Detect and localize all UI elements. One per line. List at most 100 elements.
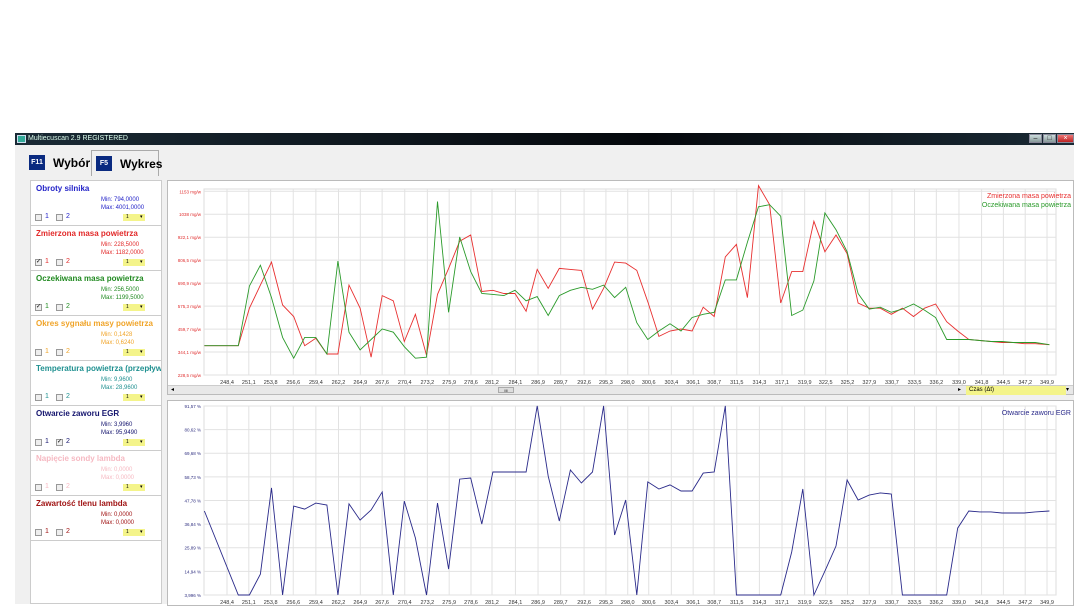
axis-1-checkbox[interactable]: ✓ [35,259,42,266]
parameter-name: Temperatura powietrza (przepływ [36,364,161,373]
f11-key-icon: F11 [29,155,45,170]
axis-2-checkbox[interactable]: ✓ [56,439,63,446]
y-tick-label: 58,73 % [184,475,201,480]
chevron-down-icon[interactable]: ▾ [140,439,143,446]
x-tick-label: 248,4 [220,600,234,605]
scroll-left-arrow[interactable]: ◂ [171,386,174,393]
axis-2-label: 2 [66,483,70,490]
parameter-min: Min: 9,9600 [101,377,132,383]
parameter-max: Max: 1182,0000 [101,250,144,256]
chevron-down-icon[interactable]: ▾ [140,484,143,491]
x-tick-label: 289,7 [554,600,568,605]
axis-2-checkbox[interactable] [56,529,63,536]
x-tick-label: 300,6 [642,600,656,605]
app-window: Multiecuscan 2.9 REGISTERED – □ × F11 Wy… [15,133,1074,604]
x-tick-label: 286,9 [531,600,545,605]
axis-2-label: 2 [66,438,70,445]
x-tick-label: 298,0 [621,600,635,605]
chevron-down-icon[interactable]: ▾ [1066,386,1069,393]
axis-1-label: 1 [45,393,49,400]
air-mass-chart: 248,4251,1253,8256,6259,4262,2264,9267,6… [167,180,1074,395]
axis-2-label: 2 [66,258,70,265]
y-tick-label: 922,1 mg/w [178,235,202,240]
parameter-item[interactable]: Otwarcie zaworu EGR Min: 3,9960 Max: 95,… [31,406,161,451]
chevron-down-icon[interactable]: ▾ [140,394,143,401]
chevron-down-icon[interactable]: ▾ [140,214,143,221]
chevron-down-icon[interactable]: ▾ [140,349,143,356]
axis-1-label: 1 [45,528,49,535]
axis-2-checkbox[interactable] [56,259,63,266]
y-tick-label: 806,5 mg/w [178,258,202,263]
axis-2-label: 2 [66,393,70,400]
air-mass-chart-plot: 248,4251,1253,8256,6259,4262,2264,9267,6… [168,181,1073,385]
parameter-list: Obroty silnika Min: 794,0000 Max: 4001,0… [30,180,162,604]
parameter-item[interactable]: Zmierzona masa powietrza Min: 228,5000 M… [31,226,161,271]
axis-1-checkbox[interactable] [35,349,42,356]
axis-2-checkbox[interactable] [56,394,63,401]
parameter-item[interactable]: Zawartość tlenu lambda Min: 0,0000 Max: … [31,496,161,541]
axis-1-checkbox[interactable] [35,439,42,446]
y-tick-label: 690,9 mg/w [178,281,202,286]
parameter-min: Min: 0,0000 [101,512,132,518]
parameter-max: Max: 0,0000 [101,520,134,526]
x-tick-label: 327,9 [862,600,876,605]
axis-1-checkbox[interactable] [35,529,42,536]
chevron-down-icon[interactable]: ▾ [140,259,143,266]
x-tick-label: 311,5 [730,600,743,605]
chevron-down-icon[interactable]: ▾ [140,304,143,311]
y-tick-label: 47,78 % [184,499,201,504]
axis-1-checkbox[interactable] [35,214,42,221]
x-axis-select-value: Czas (Δt) [969,387,994,393]
maximize-button[interactable]: □ [1043,134,1056,143]
parameter-max: Max: 28,9600 [101,385,137,391]
app-icon [17,135,26,143]
parameter-item[interactable]: Okres sygnału masy powietrza Min: 0,1428… [31,316,161,361]
x-tick-label: 333,5 [908,600,922,605]
parameter-max: Max: 1199,5000 [101,295,144,301]
parameter-name: Zmierzona masa powietrza [36,229,161,238]
tab-wybor[interactable]: F11 Wybór [25,150,89,176]
axis-1-checkbox[interactable]: ✓ [35,304,42,311]
x-tick-label: 281,2 [485,600,499,605]
x-tick-label: 341,8 [975,600,989,605]
parameter-max: Max: 0,0000 [101,475,134,481]
plot-area [204,189,1056,375]
x-tick-label: 251,1 [242,600,256,605]
axis-2-checkbox[interactable] [56,349,63,356]
x-axis-select[interactable]: Czas (Δt) [966,386,1066,395]
scroll-right-arrow[interactable]: ▸ [958,386,961,393]
y-tick-label: 69,68 % [184,451,201,456]
chevron-down-icon[interactable]: ▾ [140,529,143,536]
axis-2-checkbox[interactable] [56,214,63,221]
parameter-item[interactable]: Napięcie sondy lambda Min: 0,0000 Max: 0… [31,451,161,496]
close-button[interactable]: × [1057,134,1074,143]
y-tick-label: 80,62 % [184,428,201,433]
x-tick-label: 339,0 [952,600,966,605]
scroll-thumb[interactable]: III [498,387,514,393]
y-tick-label: 344,1 mg/w [178,350,202,355]
x-tick-label: 306,1 [686,600,700,605]
y-tick-label: 91,57 % [184,404,201,409]
x-tick-label: 344,5 [997,600,1011,605]
parameter-name: Oczekiwana masa powietrza [36,274,161,283]
parameter-item[interactable]: Temperatura powietrza (przepływ Min: 9,9… [31,361,161,406]
x-tick-label: 314,3 [753,600,767,605]
x-tick-label: 330,7 [885,600,899,605]
x-tick-label: 322,5 [819,600,833,605]
parameter-item[interactable]: Obroty silnika Min: 794,0000 Max: 4001,0… [31,181,161,226]
axis-1-checkbox[interactable] [35,394,42,401]
axis-2-checkbox[interactable] [56,484,63,491]
x-tick-label: 325,2 [841,600,855,605]
axis-1-label: 1 [45,213,49,220]
window-title: Multiecuscan 2.9 REGISTERED [28,135,128,142]
parameter-name: Napięcie sondy lambda [36,454,161,463]
tab-wykres[interactable]: F5 Wykres [91,150,159,176]
axis-1-label: 1 [45,483,49,490]
parameter-item[interactable]: Oczekiwana masa powietrza Min: 256,5000 … [31,271,161,316]
minimize-button[interactable]: – [1029,134,1042,143]
horizontal-scrollbar[interactable]: ◂ III ▸ Czas (Δt) ▾ [168,385,1073,394]
x-tick-label: 259,4 [309,600,323,605]
parameter-min: Min: 256,5000 [101,287,139,293]
axis-1-checkbox[interactable] [35,484,42,491]
axis-2-checkbox[interactable] [56,304,63,311]
